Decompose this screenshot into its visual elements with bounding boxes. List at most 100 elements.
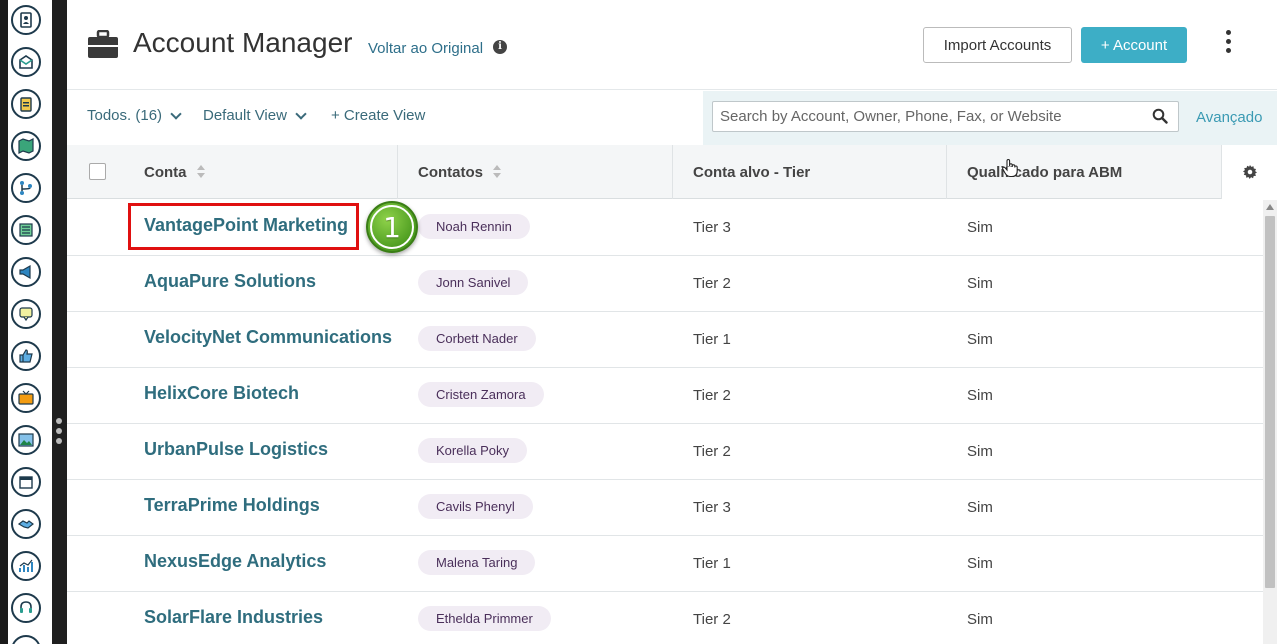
abm-value: Sim [967,499,993,516]
branch-icon[interactable] [11,173,41,203]
account-link[interactable]: TerraPrime Holdings [144,495,320,516]
chevron-down-icon [170,108,182,120]
contact-pill[interactable]: Malena Taring [418,550,536,575]
column-label: Conta [144,163,187,181]
contact-pill[interactable]: Cristen Zamora [418,382,544,407]
contact-pill[interactable]: Ethelda Primmer [418,606,551,631]
step-number: 1 [383,210,401,244]
filter-bar: Todos. (16) Default View + Create View A… [67,91,1277,145]
account-link[interactable]: NexusEdge Analytics [144,551,326,572]
abm-value: Sim [967,275,993,292]
briefcase-icon [88,30,118,58]
contact-pill[interactable]: Corbett Nader [418,326,536,351]
gear-icon [1242,165,1257,179]
select-all-checkbox[interactable] [89,163,106,180]
info-icon[interactable]: i [493,40,507,54]
thumbs-up-icon[interactable] [11,341,41,371]
headset-icon[interactable] [11,593,41,623]
tier-value: Tier 2 [693,611,731,628]
account-link[interactable]: UrbanPulse Logistics [144,439,328,460]
tv-icon[interactable] [11,383,41,413]
table-row[interactable]: VantagePoint Marketing Noah Rennin Tier … [67,200,1263,256]
tier-value: Tier 1 [693,555,731,572]
scroll-thumb[interactable] [1265,216,1275,588]
back-to-original-link[interactable]: Voltar ao Original [368,40,483,57]
step-badge: 1 [366,201,418,253]
account-link[interactable]: AquaPure Solutions [144,271,316,292]
account-link[interactable]: VelocityNet Communications [144,327,392,348]
calendar-icon[interactable] [11,467,41,497]
tier-value: Tier 1 [693,331,731,348]
table-row[interactable]: VelocityNet Communications Corbett Nader… [67,312,1263,368]
table-scrollbar[interactable] [1263,200,1277,644]
abm-value: Sim [967,611,993,628]
add-account-button[interactable]: + Account [1081,27,1187,63]
account-link[interactable]: SolarFlare Industries [144,607,323,628]
advanced-search-link[interactable]: Avançado [1196,109,1262,126]
megaphone-icon[interactable] [11,257,41,287]
handshake-icon[interactable] [11,509,41,539]
page-header: Account Manager Voltar ao Original i Imp… [67,0,1277,90]
column-settings-button[interactable] [1221,145,1277,199]
tier-value: Tier 3 [693,219,731,236]
create-view-link[interactable]: + Create View [331,107,425,124]
column-label: Conta alvo - Tier [693,163,811,181]
all-filter-count: (16) [135,107,163,124]
scroll-up-arrow-icon[interactable] [1266,204,1274,210]
abm-value: Sim [967,443,993,460]
chevron-down-icon [295,108,307,120]
contact-pill[interactable]: Noah Rennin [418,214,530,239]
hand-cursor-icon [1002,158,1018,178]
more-apps-icon[interactable] [11,635,41,644]
tier-value: Tier 2 [693,387,731,404]
mail-icon[interactable] [11,47,41,77]
abm-value: Sim [967,219,993,236]
table-row[interactable]: HelixCore Biotech Cristen Zamora Tier 2 … [67,368,1263,424]
sort-icon[interactable] [196,165,205,179]
rail-resize-handle[interactable] [55,418,63,448]
column-divider [397,145,398,199]
contact-pill[interactable]: Cavils Phenyl [418,494,533,519]
analytics-icon[interactable] [11,551,41,581]
column-header-tier[interactable]: Conta alvo - Tier [693,145,810,199]
map-icon[interactable] [11,131,41,161]
contacts-icon[interactable] [11,5,41,35]
page-title: Account Manager [133,27,353,58]
all-filter-dropdown[interactable]: Todos. (16) [87,107,182,124]
column-header-abm[interactable]: Qualificado para ABM [967,145,1122,199]
table-row[interactable]: SolarFlare Industries Ethelda Primmer Ti… [67,592,1263,644]
image-icon[interactable] [11,425,41,455]
all-filter-label: Todos. [87,107,132,124]
contact-pill[interactable]: Korella Poky [418,438,527,463]
rail-separator [52,0,67,644]
clipboard-icon[interactable] [11,89,41,119]
column-header-contatos[interactable]: Contatos [418,145,501,199]
app-rail [0,0,52,644]
list-icon[interactable] [11,215,41,245]
table-row[interactable]: AquaPure Solutions Jonn Sanivel Tier 2 S… [67,256,1263,312]
account-link[interactable]: VantagePoint Marketing [144,215,348,236]
contact-pill[interactable]: Jonn Sanivel [418,270,529,295]
chat-icon[interactable] [11,299,41,329]
column-header-conta[interactable]: Conta [144,145,205,199]
table-row[interactable]: TerraPrime Holdings Cavils Phenyl Tier 3… [67,480,1263,536]
view-label: Default View [203,107,287,124]
column-divider [946,145,947,199]
abm-value: Sim [967,555,993,572]
accounts-table: VantagePoint Marketing Noah Rennin Tier … [67,200,1263,644]
sort-icon[interactable] [493,165,501,179]
account-link[interactable]: HelixCore Biotech [144,383,299,404]
view-dropdown[interactable]: Default View [203,107,307,124]
search-area: Avançado [703,91,1277,145]
search-icon[interactable] [1152,108,1168,124]
tier-value: Tier 3 [693,499,731,516]
import-accounts-button[interactable]: Import Accounts [923,27,1072,63]
column-label: Qualificado para ABM [967,163,1123,181]
search-input[interactable] [713,102,1143,131]
more-options-icon[interactable] [1221,30,1235,60]
table-row[interactable]: NexusEdge Analytics Malena Taring Tier 1… [67,536,1263,592]
column-label: Contatos [418,163,483,181]
rail-edge [0,0,8,644]
table-row[interactable]: UrbanPulse Logistics Korella Poky Tier 2… [67,424,1263,480]
abm-value: Sim [967,331,993,348]
